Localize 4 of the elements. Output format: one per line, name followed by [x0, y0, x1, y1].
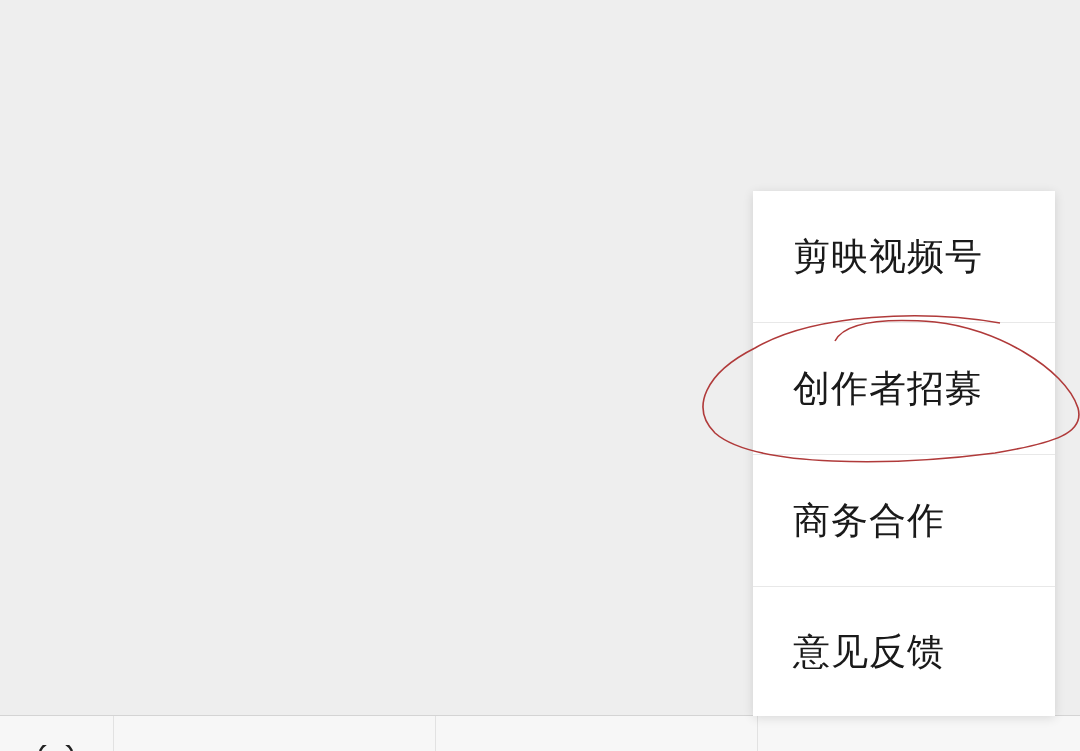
menu-item[interactable]: 剪映视频号 [753, 191, 1055, 323]
menu-item[interactable]: 商务合作 [753, 455, 1055, 587]
menu-item[interactable]: 创作者招募 [753, 323, 1055, 455]
menu-item[interactable]: 意见反馈 [753, 587, 1055, 716]
